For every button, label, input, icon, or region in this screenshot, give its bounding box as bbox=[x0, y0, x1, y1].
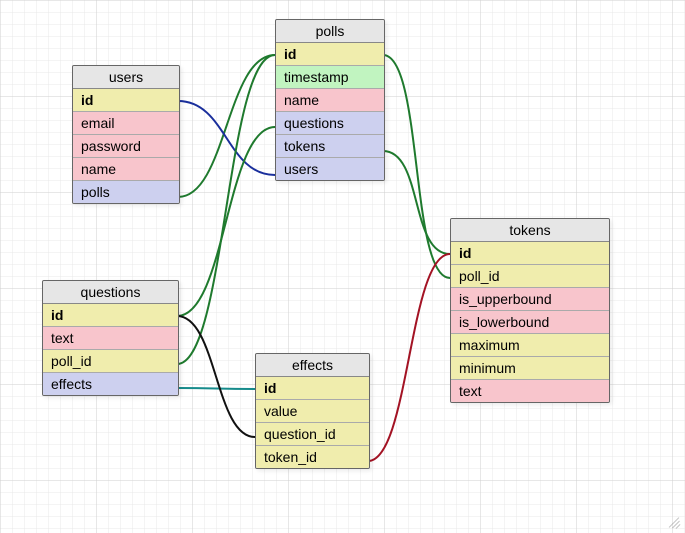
field-questions-poll_id[interactable]: poll_id bbox=[43, 350, 178, 373]
field-tokens-text[interactable]: text bbox=[451, 380, 609, 402]
field-effects-token_id[interactable]: token_id bbox=[256, 446, 369, 468]
field-tokens-poll_id[interactable]: poll_id bbox=[451, 265, 609, 288]
field-questions-text[interactable]: text bbox=[43, 327, 178, 350]
field-users-name[interactable]: name bbox=[73, 158, 179, 181]
field-questions-id[interactable]: id bbox=[43, 304, 178, 327]
field-users-password[interactable]: password bbox=[73, 135, 179, 158]
field-tokens-maximum[interactable]: maximum bbox=[451, 334, 609, 357]
table-title: effects bbox=[256, 354, 369, 377]
field-polls-tokens[interactable]: tokens bbox=[276, 135, 384, 158]
table-users[interactable]: usersidemailpasswordnamepolls bbox=[72, 65, 180, 204]
field-polls-name[interactable]: name bbox=[276, 89, 384, 112]
table-title: polls bbox=[276, 20, 384, 43]
field-effects-question_id[interactable]: question_id bbox=[256, 423, 369, 446]
field-users-polls[interactable]: polls bbox=[73, 181, 179, 203]
field-polls-id[interactable]: id bbox=[276, 43, 384, 66]
field-tokens-is_upperbound[interactable]: is_upperbound bbox=[451, 288, 609, 311]
table-title: tokens bbox=[451, 219, 609, 242]
field-effects-value[interactable]: value bbox=[256, 400, 369, 423]
field-polls-timestamp[interactable]: timestamp bbox=[276, 66, 384, 89]
table-polls[interactable]: pollsidtimestampnamequestionstokensusers bbox=[275, 19, 385, 181]
field-polls-users[interactable]: users bbox=[276, 158, 384, 180]
field-tokens-minimum[interactable]: minimum bbox=[451, 357, 609, 380]
table-title: questions bbox=[43, 281, 178, 304]
field-questions-effects[interactable]: effects bbox=[43, 373, 178, 395]
field-users-email[interactable]: email bbox=[73, 112, 179, 135]
field-polls-questions[interactable]: questions bbox=[276, 112, 384, 135]
field-effects-id[interactable]: id bbox=[256, 377, 369, 400]
table-tokens[interactable]: tokensidpoll_idis_upperboundis_lowerboun… bbox=[450, 218, 610, 403]
field-tokens-is_lowerbound[interactable]: is_lowerbound bbox=[451, 311, 609, 334]
field-users-id[interactable]: id bbox=[73, 89, 179, 112]
table-title: users bbox=[73, 66, 179, 89]
table-questions[interactable]: questionsidtextpoll_ideffects bbox=[42, 280, 179, 396]
table-effects[interactable]: effectsidvaluequestion_idtoken_id bbox=[255, 353, 370, 469]
resize-handle-icon[interactable] bbox=[667, 515, 681, 529]
field-tokens-id[interactable]: id bbox=[451, 242, 609, 265]
